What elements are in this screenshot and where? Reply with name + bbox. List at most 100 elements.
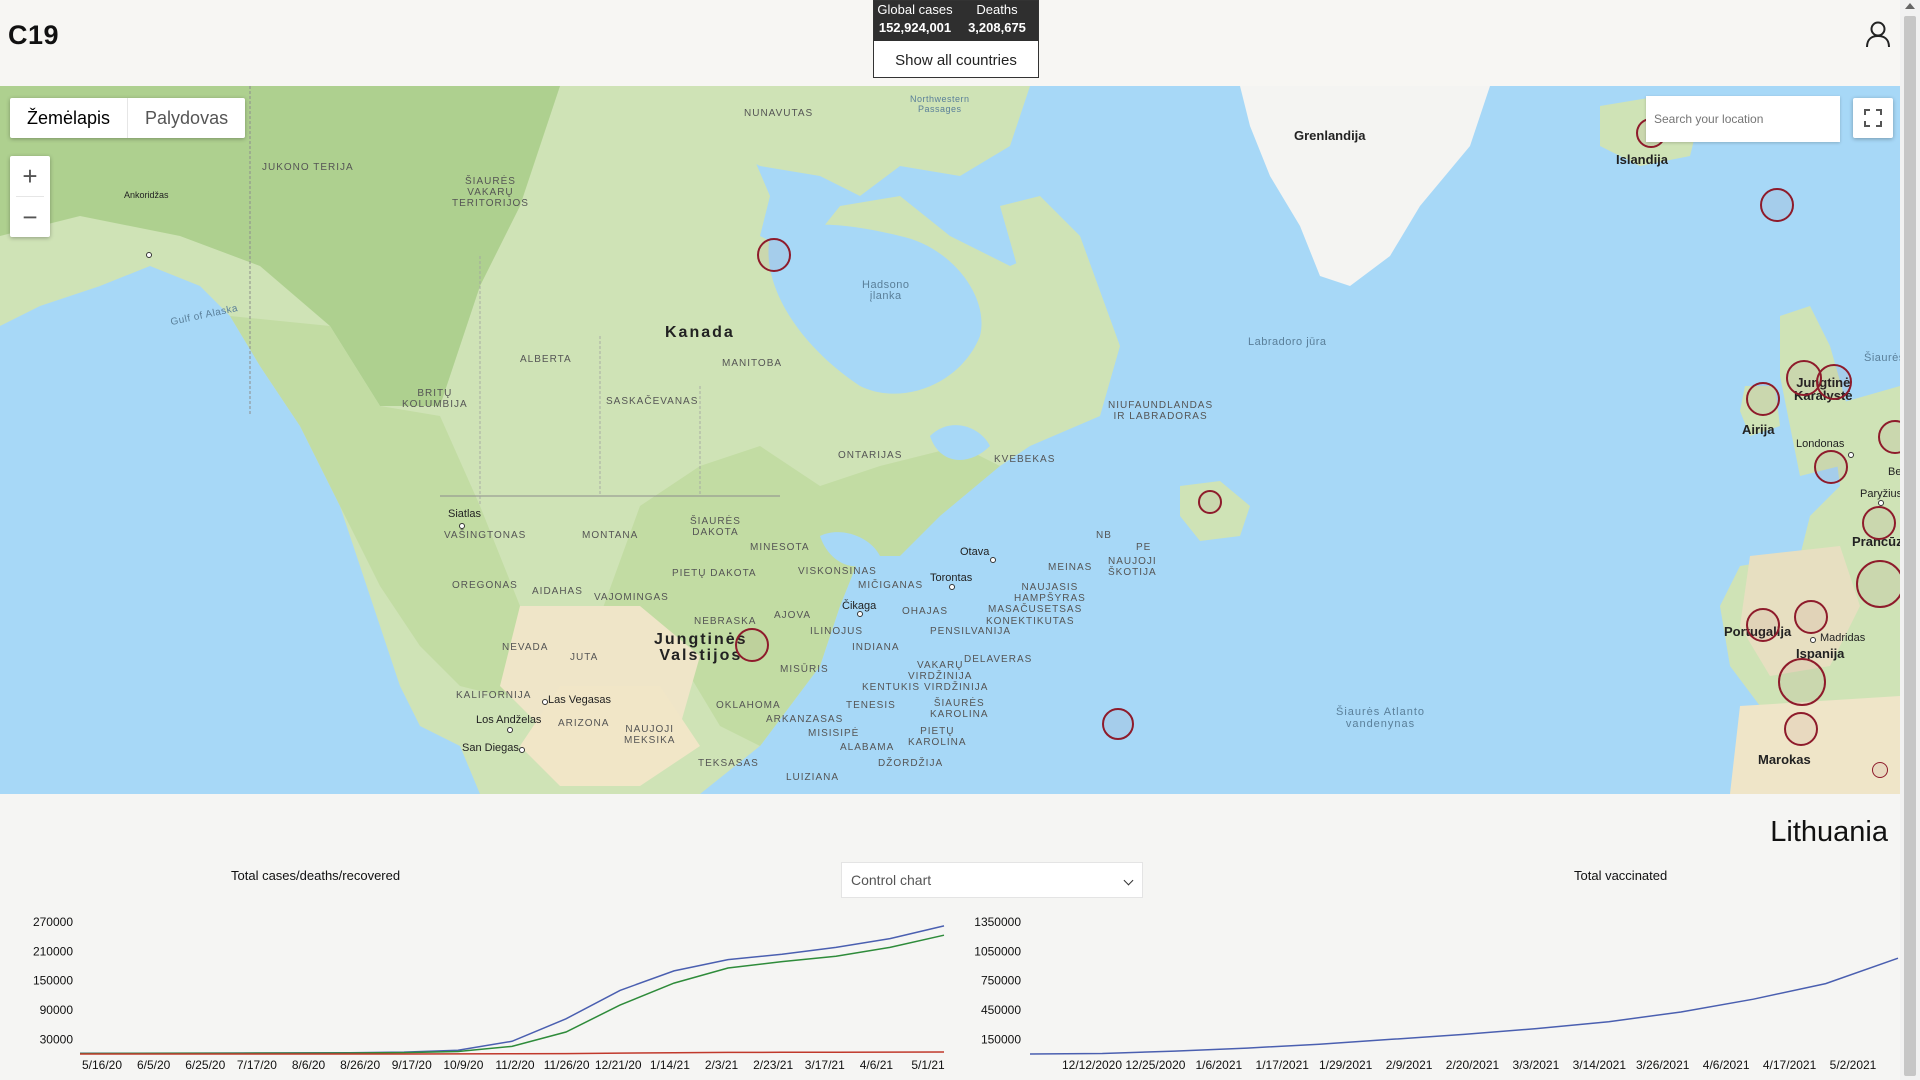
map-label-virdzinija: VIRDŽINIJA [924, 682, 989, 693]
vertical-scrollbar[interactable] [1900, 0, 1920, 1080]
map-label-ilinojus: ILINOJUS [810, 626, 864, 637]
map-label-labrador-sea: Labradoro jūra [1248, 336, 1327, 348]
map-type-map-button[interactable]: Žemėlapis [10, 98, 129, 138]
case-marker[interactable] [1746, 382, 1780, 416]
fullscreen-button[interactable] [1853, 98, 1893, 138]
map-label-siaures-karolina: ŠIAURĖS KAROLINA [930, 698, 989, 720]
map-label-juta: JUTA [570, 652, 599, 663]
map-label-ajova: AJOVA [774, 610, 812, 621]
y-tick-label: 90000 [40, 1003, 74, 1017]
map-label-micinganas: MIČIGANAS [858, 580, 924, 591]
map-type-satellite-button[interactable]: Palydovas [128, 98, 245, 138]
x-tick-label: 6/5/20 [137, 1058, 171, 1072]
map-label-tenesis: TENESIS [846, 700, 896, 711]
map-label-atlantas: Šiaurės Atlanto vandenynas [1336, 706, 1425, 730]
x-tick-label: 4/6/2021 [1703, 1058, 1750, 1072]
map-label-meinas: MEINAS [1048, 562, 1093, 573]
case-marker[interactable] [1816, 364, 1852, 400]
map-label-vasingtonas: VAŠINGTONAS [444, 530, 527, 541]
x-tick-label: 2/23/21 [753, 1058, 793, 1072]
map-label-luiziana: LUIZIANA [786, 772, 840, 783]
case-marker[interactable] [757, 238, 791, 272]
x-tick-label: 1/17/2021 [1256, 1058, 1310, 1072]
x-tick-label: 12/25/2020 [1125, 1058, 1185, 1072]
map-label-arizona: ARIZONA [558, 718, 610, 729]
map-label-torontas: Torontas [930, 572, 973, 584]
case-marker[interactable] [1872, 762, 1888, 778]
case-marker[interactable] [1784, 712, 1818, 746]
case-marker[interactable] [1746, 608, 1780, 642]
global-cases-label: Global cases [877, 2, 953, 17]
map-label-kalifornija: KALIFORNIJA [456, 690, 532, 701]
x-tick-label: 4/6/21 [860, 1058, 894, 1072]
scrollbar-thumb[interactable] [1904, 16, 1916, 1076]
map-label-masacusetsas: MASAČUSETSAS [988, 604, 1083, 615]
city-dot [990, 557, 996, 563]
map-label-parizius: Paryžius [1860, 488, 1900, 500]
map-label-dzordzija: DŽORDŽIJA [878, 758, 944, 769]
map-label-anchorage: Ankoridžas [124, 190, 169, 200]
map-label-saskacevanas: SASKAČEVANAS [606, 396, 699, 407]
map-label-las-vegasas: Las Vegasas [548, 694, 611, 706]
city-dot [949, 584, 955, 590]
y-tick-label: 750000 [981, 974, 1021, 988]
location-search-input[interactable] [1646, 96, 1840, 142]
map-label-vajomingas: VAJOMINGAS [594, 592, 669, 603]
city-dot [1810, 637, 1816, 643]
case-marker[interactable] [1862, 506, 1896, 540]
show-all-countries-button[interactable]: Show all countries [874, 41, 1038, 79]
map-label-arkanzasas: ARKANZASAS [766, 714, 844, 725]
case-marker[interactable] [1856, 560, 1900, 608]
map-label-pietu-dakota: PIETŲ DAKOTA [672, 568, 757, 579]
case-marker[interactable] [1814, 450, 1848, 484]
case-marker[interactable] [1198, 490, 1222, 514]
y-tick-label: 270000 [33, 915, 73, 929]
x-tick-label: 3/17/21 [805, 1058, 845, 1072]
map-label-marokas: Marokas [1758, 752, 1811, 767]
y-tick-label: 30000 [40, 1032, 74, 1046]
x-tick-label: 1/6/2021 [1195, 1058, 1242, 1072]
map-label-naujasis-hampsyras: NAUJASIS HAMPŠYRAS [1014, 582, 1086, 604]
x-tick-label: 5/2/2021 [1830, 1058, 1877, 1072]
map-label-jukono: JUKONO TERIJA [262, 162, 354, 173]
map-label-pensilvanija: PENSILVANIJA [930, 626, 1012, 637]
map-label-oregonas: OREGONAS [452, 580, 518, 591]
case-marker[interactable] [735, 628, 769, 662]
map-label-grenlandija: Grenlandija [1294, 128, 1366, 143]
map-label-siatlas: Siatlas [448, 508, 482, 520]
y-tick-label: 1350000 [974, 915, 1021, 929]
map-label-siaures-dakota: ŠIAURĖS DAKOTA [690, 516, 741, 538]
series-line-0 [79, 925, 945, 1055]
x-tick-label: 3/3/2021 [1513, 1058, 1560, 1072]
zoom-in-button[interactable]: + [10, 156, 50, 196]
country-detail-panel: Lithuania Total cases/deaths/recovered T… [0, 794, 1900, 1080]
case-marker[interactable] [1102, 708, 1134, 740]
map-label-pietu-karolina: PIETŲ KAROLINA [908, 726, 967, 748]
x-tick-label: 1/29/2021 [1319, 1058, 1373, 1072]
map-label-nunavutas: NUNAVUTAS [744, 108, 814, 119]
map-label-siaures: Šiaurės [1864, 352, 1900, 364]
city-dot [507, 727, 513, 733]
app-logo[interactable]: C19 [8, 20, 59, 51]
case-marker[interactable] [1778, 658, 1826, 706]
map-label-alberta: ALBERTA [520, 354, 572, 365]
zoom-out-button[interactable]: − [10, 197, 50, 237]
cases-chart-svg: 270000 210000 150000 90000 30000 5/16/20 6/5/2… [33, 915, 945, 1072]
map-label-minesota: MINESOTA [750, 542, 810, 553]
x-tick-label: 3/14/2021 [1573, 1058, 1627, 1072]
global-cases-value: 152,924,001 [878, 20, 952, 35]
scroll-up-arrow-icon[interactable] [1905, 3, 1915, 9]
x-tick-label: 11/2/20 [495, 1058, 534, 1072]
deaths-label: Deaths [976, 2, 1018, 17]
case-marker[interactable] [1760, 188, 1794, 222]
city-dot [519, 747, 525, 753]
map-label-niufaundlandas: NIUFAUNDLANDAS IR LABRADORAS [1108, 400, 1214, 422]
x-tick-label: 1/14/21 [650, 1058, 690, 1072]
user-icon[interactable] [1864, 20, 1892, 48]
map-label-indiana: INDIANA [852, 642, 900, 653]
x-tick-label: 8/26/20 [340, 1058, 380, 1072]
case-marker[interactable] [1794, 600, 1828, 634]
series-line-0 [1029, 957, 1899, 1055]
world-map[interactable]: ALIASKA JUKONO TERIJA Ankoridžas Gulf of… [0, 86, 1900, 794]
top-header: C19 Global cases 152,924,001 Deaths 3,20… [0, 0, 1900, 86]
